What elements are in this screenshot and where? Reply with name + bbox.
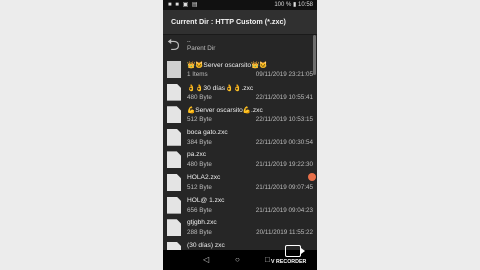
item-date: 21/11/2019 19:22:30	[255, 161, 313, 169]
item-name: HOL@ 1.zxc	[187, 196, 225, 204]
dir-title: Current Dir : HTTP Custom (*.zxc)	[171, 17, 286, 26]
file-row[interactable]: gtjgbh.zxc 288 Byte 20/11/2019 11:55:22	[163, 217, 315, 240]
parent-dir-label: Parent Dir	[187, 45, 216, 52]
file-icon	[167, 83, 181, 101]
file-row[interactable]: 💪Server oscarsito💪.zxc 512 Byte 22/11/2019…	[163, 104, 315, 127]
item-name: 👑🐱Server oscarsito👑🐱	[187, 62, 268, 69]
title-bar: Current Dir : HTTP Custom (*.zxc)	[163, 10, 317, 35]
back-nav-icon[interactable]: ◁	[203, 255, 209, 264]
right-letterbox	[317, 0, 480, 270]
item-size: 1 Items	[187, 71, 208, 78]
item-size: 288 Byte	[187, 229, 212, 237]
file-icon	[167, 241, 181, 250]
item-name: (30 días) zxc	[187, 241, 225, 249]
item-date: 21/11/2019 09:04:23	[255, 206, 313, 214]
parent-dir-dots: ..	[187, 37, 191, 44]
item-date: 22/11/2019 00:30:54	[255, 138, 313, 146]
item-size: 512 Byte	[187, 116, 212, 124]
status-right: 100 % ▮ 10:58	[274, 1, 313, 8]
phone-screen: ■ ■ ▣ ▤ 100 % ▮ 10:58 Current Dir : HTTP…	[163, 0, 317, 270]
item-size: 480 Byte	[187, 93, 212, 101]
folder-icon	[167, 61, 181, 78]
item-name: 💪Server oscarsito💪.zxc	[187, 107, 263, 115]
item-name: 👌👌30 días👌👌.zxc	[187, 84, 254, 92]
file-icon	[167, 128, 181, 146]
item-date: 09/11/2019 23:21:05	[255, 71, 313, 78]
item-name: pa.zxc	[187, 151, 207, 159]
file-icon	[167, 174, 181, 191]
item-size: 384 Byte	[187, 138, 212, 146]
file-icon	[167, 106, 181, 124]
status-time: 10:58	[297, 2, 313, 8]
video-camera-icon	[285, 245, 305, 257]
recorder-label: V RECORDER	[271, 259, 307, 265]
item-size: 656 Byte	[187, 206, 212, 214]
battery-level: 100 %	[274, 2, 292, 8]
folder-row[interactable]: 👑🐱Server oscarsito👑🐱 1 Items 09/11/2019 23…	[163, 59, 315, 82]
item-name: gtjgbh.zxc	[187, 219, 217, 227]
file-icon	[167, 151, 181, 169]
item-name: boca gato.zxc	[187, 128, 228, 136]
file-row[interactable]: HOLA2.zxc 512 Byte 21/11/2019 09:07:45	[163, 172, 315, 195]
file-list[interactable]: ⮌ .. Parent Dir 👑🐱Server oscarsito👑🐱 1 It…	[163, 35, 317, 250]
recents-nav-icon[interactable]: □	[265, 255, 270, 264]
recorder-badge: V RECORDER	[271, 245, 317, 269]
file-row[interactable]: 👌👌30 días👌👌.zxc 480 Byte 22/11/2019 10:55:…	[163, 82, 315, 105]
file-icon	[167, 219, 181, 237]
file-row[interactable]: HOL@ 1.zxc 656 Byte 21/11/2019 09:04:23	[163, 195, 315, 218]
item-date: 21/11/2019 09:07:45	[255, 184, 313, 191]
file-icon	[167, 196, 181, 214]
file-row[interactable]: boca gato.zxc 384 Byte 22/11/2019 00:30:54	[163, 127, 315, 150]
battery-icon: ▮	[293, 2, 297, 8]
status-bar: ■ ■ ▣ ▤ 100 % ▮ 10:58	[163, 0, 317, 10]
left-letterbox	[0, 0, 163, 270]
notification-icons: ■ ■ ▣ ▤	[168, 2, 199, 8]
home-nav-icon[interactable]: ○	[235, 255, 240, 264]
item-date: 20/11/2019 11:55:22	[256, 229, 313, 237]
item-name: HOLA2.zxc	[187, 174, 221, 181]
item-size: 480 Byte	[187, 161, 212, 169]
file-row[interactable]: pa.zxc 480 Byte 21/11/2019 19:22:30	[163, 149, 315, 172]
item-date: 22/11/2019 10:53:15	[255, 116, 313, 124]
item-size: 512 Byte	[187, 184, 212, 191]
item-date: 22/11/2019 10:55:41	[255, 93, 313, 101]
back-arrow-icon: ⮌	[167, 37, 180, 54]
parent-dir-row[interactable]: ⮌ .. Parent Dir	[163, 36, 315, 59]
